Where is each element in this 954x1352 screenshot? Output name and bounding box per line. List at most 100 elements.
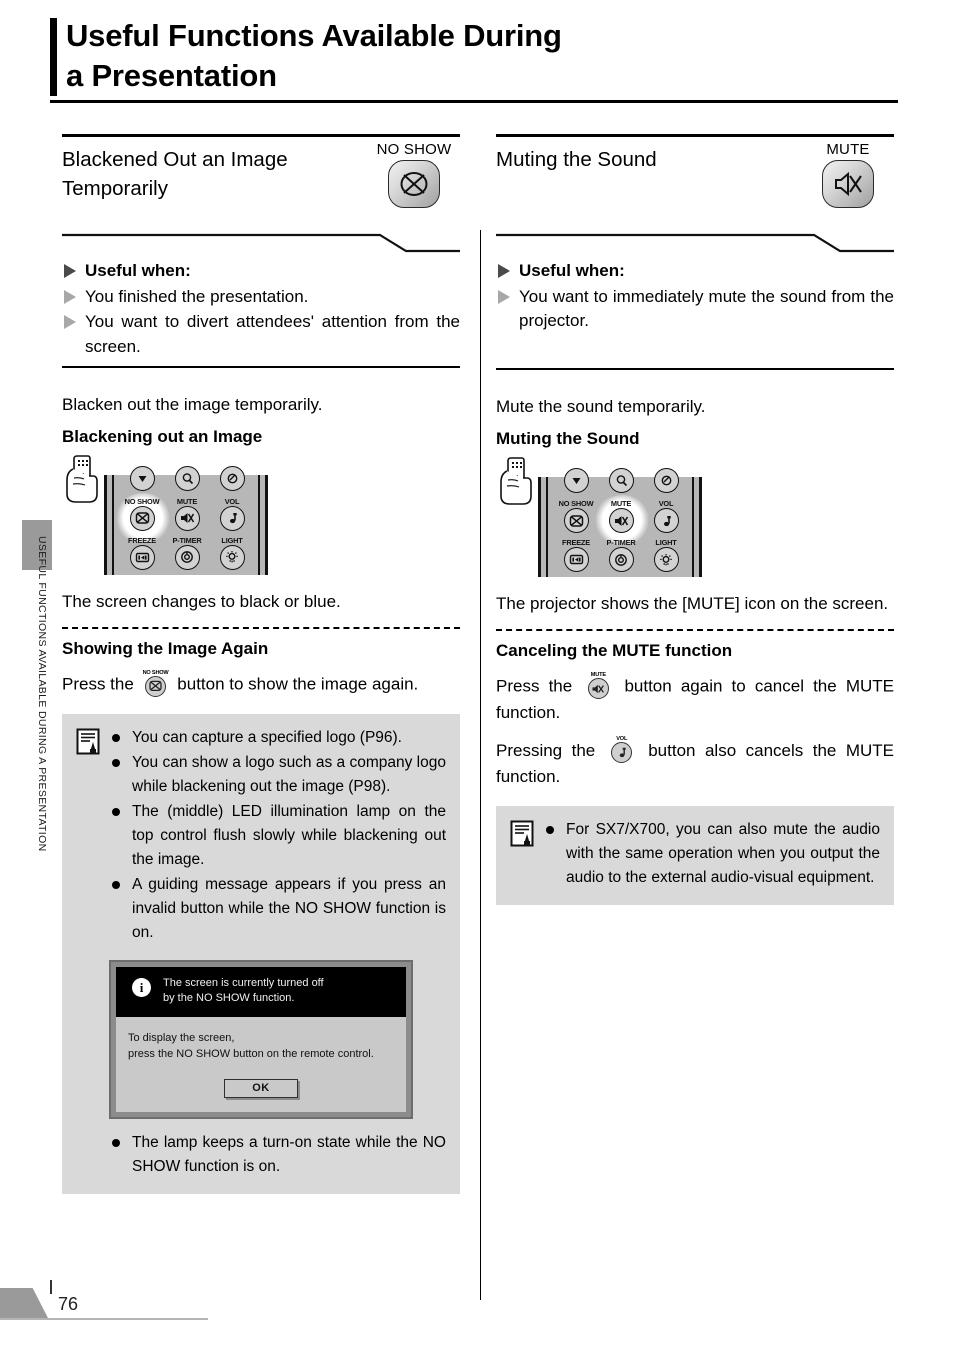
freeze-icon xyxy=(129,544,155,570)
left-section-header: Blackened Out an Image Temporarily NO SH… xyxy=(62,137,460,229)
remote-control-body: NO SHOW MUTE VOL FREEZE P-TIMER LIGHT xyxy=(538,468,702,578)
remote-edge-line xyxy=(692,477,694,578)
left-useful-when-item-text: You want to divert attendees' attention … xyxy=(85,312,460,356)
remote-key-no-show: NO SHOW xyxy=(121,497,163,531)
right-press-instruction-1: Press the MUTE button again to cancel th… xyxy=(496,672,894,725)
callout-bottom-border xyxy=(62,365,460,368)
remote-edge-line xyxy=(546,477,548,578)
footer-tick-mark xyxy=(50,1280,52,1294)
right-section-title-line1: Muting the Sound xyxy=(496,148,657,171)
remote-key-pointer xyxy=(645,468,687,494)
no-show-badge-label: NO SHOW xyxy=(376,141,452,158)
mute-icon xyxy=(608,508,634,534)
left-result-text: The screen changes to black or blue. xyxy=(62,591,341,611)
remote-key-no-show: NO SHOW xyxy=(555,499,597,534)
right-useful-when-heading: Useful when: xyxy=(519,261,625,280)
inline-key-label: NO SHOW xyxy=(142,669,169,676)
right-note-box: For SX7/X700, you can also mute the audi… xyxy=(496,805,894,905)
no-show-icon xyxy=(388,160,440,208)
note-list-item: A guiding message appears if you press a… xyxy=(110,873,446,945)
remote-key-label: MUTE xyxy=(176,496,198,506)
right-intro-text: Mute the sound temporarily. xyxy=(496,396,706,416)
osd-message-screenshot: i The screen is currently turned off by … xyxy=(109,960,413,1119)
remote-key-light: LIGHT xyxy=(645,538,687,573)
remote-key-label: VOL xyxy=(658,499,674,509)
triangle-bullet-icon xyxy=(498,289,510,304)
remote-key-label: P-TIMER xyxy=(172,535,202,545)
right-section-header: Muting the Sound MUTE xyxy=(496,137,894,229)
remote-key-row: FREEZE P-TIMER LIGHT xyxy=(555,538,687,573)
osd-header-line1: The screen is currently turned off xyxy=(163,977,324,990)
no-show-button-badge: NO SHOW xyxy=(368,141,460,208)
right-useful-when-heading-row: Useful when: xyxy=(496,259,894,284)
remote-control-body: NO SHOW MUTE VOL FREEZE P-TIMER LIGHT xyxy=(104,465,268,575)
remote-key-row: FREEZE P-TIMER LIGHT xyxy=(121,536,253,570)
remote-key-arrow xyxy=(121,465,163,491)
remote-key-label: LIGHT xyxy=(655,538,677,548)
page-title-line2: a Presentation xyxy=(66,57,277,93)
remote-key-p-timer: P-TIMER xyxy=(166,536,208,570)
right-column: Muting the Sound MUTE Useful when: You w… xyxy=(496,134,894,905)
osd-ok-button[interactable]: OK xyxy=(224,1078,298,1098)
left-press-text-b: button to show the image again. xyxy=(177,674,419,694)
no-show-icon xyxy=(145,675,167,697)
remote-key-row xyxy=(121,465,253,491)
left-step-heading: Blackening out an Image xyxy=(62,426,263,446)
remote-key-mute: MUTE xyxy=(600,499,642,534)
note-list-item: For SX7/X700, you can also mute the audi… xyxy=(544,818,880,890)
osd-header-text: The screen is currently turned off by th… xyxy=(163,976,324,1007)
right-sub-heading-2: Canceling the MUTE function xyxy=(496,641,733,661)
remote-key-freeze: FREEZE xyxy=(555,538,597,573)
right-remote-figure: NO SHOW MUTE VOL FREEZE P-TIMER LIGHT xyxy=(496,455,894,579)
left-note-list-after-image: The lamp keeps a turn-on state while the… xyxy=(110,1131,446,1180)
info-icon: i xyxy=(132,978,151,998)
remote-key-label: FREEZE xyxy=(128,535,156,545)
left-column: Blackened Out an Image Temporarily NO SH… xyxy=(62,134,460,1194)
volume-note-icon xyxy=(653,508,679,534)
mute-button-badge: MUTE xyxy=(802,141,894,208)
osd-body: To display the screen, press the NO SHOW… xyxy=(116,1016,406,1112)
hand-holding-remote-icon xyxy=(498,455,536,512)
remote-key-pointer xyxy=(211,465,253,491)
right-note-list: For SX7/X700, you can also mute the audi… xyxy=(544,818,880,891)
inline-no-show-key: NO SHOW xyxy=(139,670,173,697)
inline-key-label: VOL xyxy=(616,736,628,743)
osd-body-line1: To display the screen, xyxy=(128,1031,235,1044)
left-note-list: You can capture a specified logo (P96). … xyxy=(110,726,446,946)
left-sub-heading-2: Showing the Image Again xyxy=(62,638,269,658)
note-list-item: The (middle) LED illumination lamp on th… xyxy=(110,800,446,872)
volume-note-icon xyxy=(611,742,633,764)
column-divider xyxy=(480,230,481,1300)
remote-key-light: LIGHT xyxy=(211,536,253,570)
mute-badge-label: MUTE xyxy=(826,141,870,158)
right-useful-when-item-text: You want to immediately mute the sound f… xyxy=(519,286,894,331)
volume-note-icon xyxy=(219,505,245,531)
left-intro-text: Blacken out the image temporarily. xyxy=(62,394,323,414)
remote-key-row: NO SHOW MUTE VOL xyxy=(555,495,687,546)
mute-icon xyxy=(174,505,200,531)
remote-key-label: VOL xyxy=(224,496,240,506)
triangle-bullet-icon xyxy=(64,264,76,278)
inline-mute-key: MUTE xyxy=(581,672,615,700)
remote-key-vol: VOL xyxy=(211,497,253,531)
left-press-instruction: Press the NO SHOW button to show the ima… xyxy=(62,670,460,698)
p-timer-icon xyxy=(174,544,200,570)
inline-vol-key: VOL xyxy=(605,736,639,764)
right-dashed-separator xyxy=(496,629,894,632)
left-useful-when-heading: Useful when: xyxy=(85,261,191,280)
remote-edge-line xyxy=(112,474,114,575)
remote-key-label: P-TIMER xyxy=(606,538,636,548)
triangle-bullet-icon xyxy=(64,289,76,304)
right-useful-when-callout: Useful when: You want to immediately mut… xyxy=(496,233,894,382)
remote-key-grid: NO SHOW MUTE VOL FREEZE P-TIMER LIGHT xyxy=(115,465,253,575)
note-list-item: You can capture a specified logo (P96). xyxy=(110,726,446,750)
osd-header-bar: i The screen is currently turned off by … xyxy=(116,967,406,1017)
remote-key-p-timer: P-TIMER xyxy=(600,538,642,573)
remote-key-label: LIGHT xyxy=(221,535,243,545)
left-section-title: Blackened Out an Image Temporarily xyxy=(62,145,362,203)
right-result-text: The projector shows the [MUTE] icon on t… xyxy=(496,594,889,614)
right-useful-when-item: You want to immediately mute the sound f… xyxy=(496,285,894,334)
left-section-title-line1: Blackened Out an Image xyxy=(62,148,288,171)
hand-holding-remote-icon xyxy=(64,453,102,510)
freeze-icon xyxy=(563,547,589,573)
